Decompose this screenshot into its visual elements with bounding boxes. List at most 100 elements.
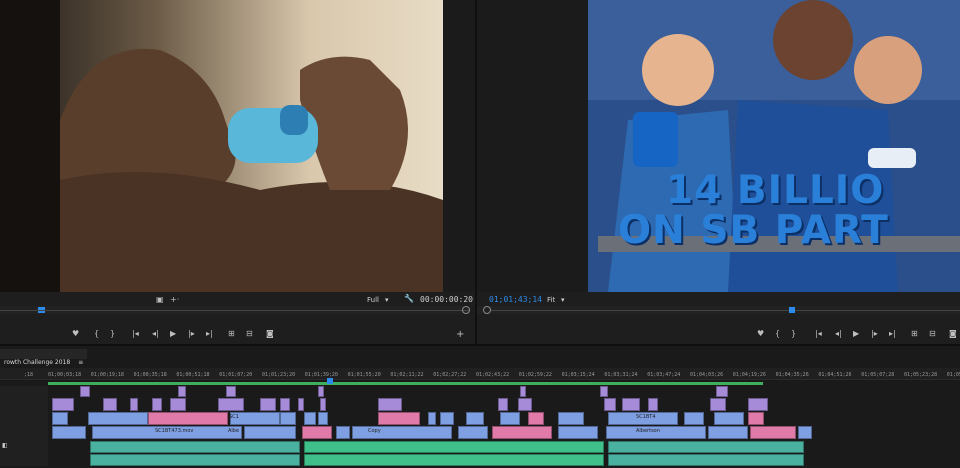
video-clip[interactable]: [152, 398, 162, 411]
video-clip[interactable]: [88, 412, 148, 425]
video-clip[interactable]: [378, 412, 420, 425]
video-clip[interactable]: [716, 386, 728, 397]
extract-icon[interactable]: ⊟: [929, 329, 936, 338]
chevron-down-icon[interactable]: ▾: [385, 296, 389, 304]
audio-track-icon[interactable]: ◧: [2, 442, 8, 449]
video-clip[interactable]: [520, 386, 526, 397]
step-forward-icon[interactable]: |▸: [871, 329, 878, 338]
video-clip[interactable]: [378, 398, 402, 411]
video-clip[interactable]: [52, 398, 74, 411]
step-forward-icon[interactable]: |▸: [188, 329, 195, 338]
video-clip[interactable]: [518, 398, 532, 411]
source-scrubber[interactable]: [0, 306, 470, 314]
video-clip[interactable]: [318, 412, 328, 425]
export-frame-icon[interactable]: ◙: [949, 329, 957, 338]
marker-icon[interactable]: ▣: [156, 295, 164, 304]
video-clip[interactable]: [466, 412, 484, 425]
video-clip[interactable]: [52, 412, 68, 425]
step-back-icon[interactable]: ◂|: [152, 329, 159, 338]
program-zoom-select[interactable]: Fit: [547, 296, 555, 304]
audio-clip[interactable]: [304, 454, 604, 466]
add-marker-icon[interactable]: ♥: [757, 329, 764, 338]
go-to-out-icon[interactable]: ▸|: [889, 329, 896, 338]
add-marker-icon[interactable]: ♥: [72, 329, 79, 338]
program-playhead[interactable]: [789, 307, 795, 313]
video-clip[interactable]: [280, 398, 290, 411]
work-area-bar[interactable]: [48, 382, 763, 385]
source-timecode[interactable]: 00:00:00:20: [420, 295, 473, 304]
play-icon[interactable]: ▶: [853, 329, 859, 338]
video-clip[interactable]: [178, 386, 186, 397]
step-back-icon[interactable]: ◂|: [835, 329, 842, 338]
video-clip[interactable]: [280, 412, 296, 425]
video-clip[interactable]: [302, 426, 332, 439]
export-frame-icon[interactable]: ◙: [266, 329, 274, 338]
mark-out-icon[interactable]: }: [791, 329, 796, 338]
video-clip[interactable]: [352, 426, 452, 439]
audio-clip[interactable]: [608, 454, 804, 466]
video-clip[interactable]: [684, 412, 704, 425]
mark-out-icon[interactable]: }: [110, 329, 115, 338]
video-clip[interactable]: [458, 426, 488, 439]
audio-clip[interactable]: [90, 441, 300, 453]
video-clip[interactable]: [528, 412, 544, 425]
sequence-tab[interactable]: rowth Challenge 2018 ≡: [0, 349, 88, 366]
video-clip[interactable]: [798, 426, 812, 439]
video-clip[interactable]: [218, 398, 244, 411]
video-clip[interactable]: [244, 426, 296, 439]
go-to-in-icon[interactable]: |◂: [132, 329, 139, 338]
video-clip[interactable]: [604, 398, 616, 411]
video-clip[interactable]: [428, 412, 436, 425]
video-clip[interactable]: [622, 398, 640, 411]
video-clip[interactable]: [226, 386, 236, 397]
program-timecode[interactable]: 01;01;43;14: [489, 295, 542, 304]
insert-icon[interactable]: ⊞: [228, 329, 235, 338]
scrubber-end-handle[interactable]: [462, 306, 470, 314]
video-clip[interactable]: [260, 398, 276, 411]
video-clip[interactable]: [714, 412, 744, 425]
go-to-in-icon[interactable]: |◂: [815, 329, 822, 338]
video-clip[interactable]: [148, 412, 228, 425]
video-clip[interactable]: [318, 386, 324, 397]
video-clip[interactable]: [52, 426, 86, 439]
video-clip[interactable]: [80, 386, 90, 397]
video-clip[interactable]: [748, 412, 764, 425]
video-clip[interactable]: [298, 398, 304, 411]
menu-icon[interactable]: ≡: [78, 359, 83, 366]
mark-in-icon[interactable]: {: [775, 329, 780, 338]
chevron-down-icon[interactable]: ▾: [561, 296, 565, 304]
video-clip[interactable]: [440, 412, 454, 425]
video-clip[interactable]: [748, 398, 768, 411]
video-clip[interactable]: [498, 398, 508, 411]
video-clip[interactable]: [170, 398, 186, 411]
audio-clip[interactable]: [304, 441, 604, 453]
video-clip[interactable]: [750, 426, 796, 439]
program-scrubber[interactable]: [477, 306, 960, 314]
source-zoom-select[interactable]: Full: [367, 296, 379, 304]
overwrite-icon[interactable]: ⊟: [246, 329, 253, 338]
video-clip[interactable]: [130, 398, 138, 411]
video-clip[interactable]: [500, 412, 520, 425]
video-clip[interactable]: [103, 398, 117, 411]
video-clip[interactable]: [710, 398, 726, 411]
add-button-icon[interactable]: +: [456, 329, 464, 340]
scrubber-start-handle[interactable]: [483, 306, 491, 314]
video-clip[interactable]: [304, 412, 316, 425]
video-clip[interactable]: [492, 426, 552, 439]
drop-frame-icon[interactable]: +·: [170, 295, 179, 304]
wrench-icon[interactable]: 🔧: [404, 294, 414, 303]
video-clip[interactable]: [558, 426, 598, 439]
go-to-out-icon[interactable]: ▸|: [206, 329, 213, 338]
video-clip[interactable]: [708, 426, 748, 439]
video-clip[interactable]: [600, 386, 608, 397]
play-icon[interactable]: ▶: [170, 329, 176, 338]
video-clip[interactable]: [320, 398, 326, 411]
video-clip[interactable]: [558, 412, 584, 425]
video-clip[interactable]: [336, 426, 350, 439]
audio-clip[interactable]: [90, 454, 300, 466]
timeline-playhead[interactable]: [327, 378, 333, 384]
lift-icon[interactable]: ⊞: [911, 329, 918, 338]
video-clip[interactable]: [648, 398, 658, 411]
mark-in-icon[interactable]: {: [94, 329, 99, 338]
audio-clip[interactable]: [608, 441, 804, 453]
